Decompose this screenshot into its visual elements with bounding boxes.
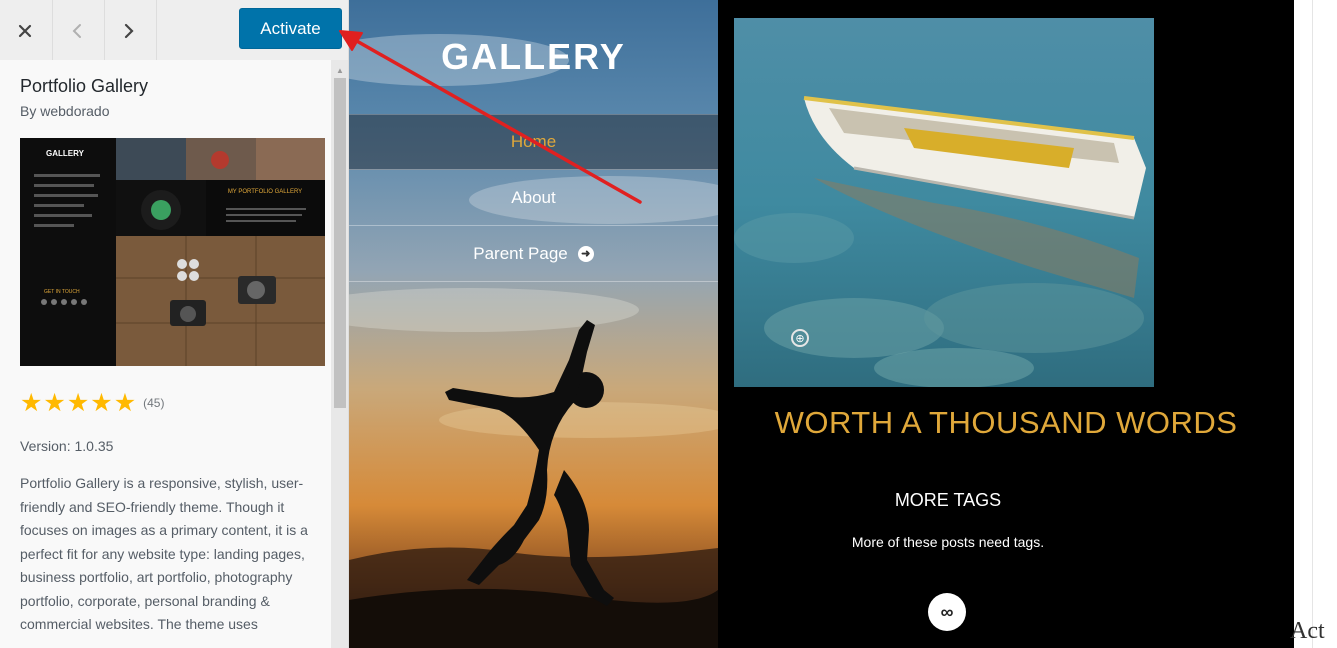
site-logo-text: GALLERY xyxy=(441,36,626,77)
nav-item-parent-page-label: Parent Page xyxy=(473,243,568,263)
theme-screenshot: GALLERY GET IN TOUCH MY PORTFOLIO GALLER… xyxy=(20,138,325,366)
cut-off-text: Act xyxy=(1290,618,1325,644)
link-icon[interactable]: ∞ xyxy=(928,593,966,631)
thumbnail-logo: GALLERY xyxy=(46,149,85,158)
theme-rating: ★ ★ ★ ★ ★ (45) xyxy=(20,389,165,417)
scrollbar-thumb[interactable] xyxy=(334,78,346,408)
chevron-right-icon xyxy=(124,23,134,39)
tags-text: More of these posts need tags. xyxy=(851,534,1045,550)
theme-preview-frame: GALLERY Home About Parent Page ➜ ⊕ WORTH… xyxy=(349,0,1294,648)
customizer-sidebar: Activate Portfolio Gallery By webdorado … xyxy=(0,0,349,648)
boat-photo[interactable]: ⊕ xyxy=(734,18,1154,387)
site-logo[interactable]: GALLERY xyxy=(349,20,718,94)
nav-item-home[interactable]: Home xyxy=(349,114,718,170)
preview-header-column: GALLERY Home About Parent Page ➜ xyxy=(349,0,718,648)
thumbnail-footer: GET IN TOUCH xyxy=(44,289,80,295)
preview-content-column: ⊕ WORTH A THOUSAND WORDS MORE TAGS More … xyxy=(718,0,1294,648)
star-icon: ★ xyxy=(66,389,90,417)
nav-item-parent-page[interactable]: Parent Page ➜ xyxy=(349,226,718,282)
right-edge-panel xyxy=(1294,0,1337,648)
panel-divider xyxy=(1312,0,1313,648)
theme-name: Portfolio Gallery xyxy=(20,76,149,96)
zoom-icon[interactable]: ⊕ xyxy=(791,329,809,347)
star-icon: ★ xyxy=(113,389,137,417)
theme-details-panel: Portfolio Gallery By webdorado GALLERY G… xyxy=(0,60,331,648)
theme-description: Portfolio Gallery is a responsive, styli… xyxy=(20,475,308,632)
thumbnail-heading: MY PORTFOLIO GALLERY xyxy=(228,189,302,195)
star-icon: ★ xyxy=(43,389,66,417)
theme-screenshot-image: GALLERY GET IN TOUCH MY PORTFOLIO GALLER… xyxy=(20,138,325,366)
scroll-up-arrow-icon[interactable]: ▲ xyxy=(336,66,344,75)
sidebar-scrollbar[interactable]: ▲ xyxy=(331,60,348,648)
toolbar-divider xyxy=(156,0,157,60)
next-theme-button[interactable] xyxy=(106,8,152,54)
customizer-toolbar: Activate xyxy=(0,0,348,60)
toolbar-divider xyxy=(104,0,105,60)
close-icon xyxy=(18,24,32,38)
nav-item-about[interactable]: About xyxy=(349,170,718,226)
chevron-left-icon xyxy=(72,24,81,38)
arrow-right-circle-icon: ➜ xyxy=(577,245,594,262)
sunset-background-image xyxy=(349,0,718,648)
close-button[interactable] xyxy=(2,8,48,54)
previous-theme-button[interactable] xyxy=(54,8,100,54)
star-icon: ★ xyxy=(90,389,113,417)
rating-count: (45) xyxy=(143,396,165,410)
theme-author: By webdorado xyxy=(20,103,110,119)
star-icon: ★ xyxy=(20,389,43,417)
tags-title: MORE TAGS xyxy=(894,490,1002,510)
theme-version: Version: 1.0.35 xyxy=(20,438,114,454)
toolbar-divider xyxy=(52,0,53,60)
section-heading: WORTH A THOUSAND WORDS xyxy=(774,405,1238,440)
activate-button[interactable]: Activate xyxy=(239,8,342,49)
